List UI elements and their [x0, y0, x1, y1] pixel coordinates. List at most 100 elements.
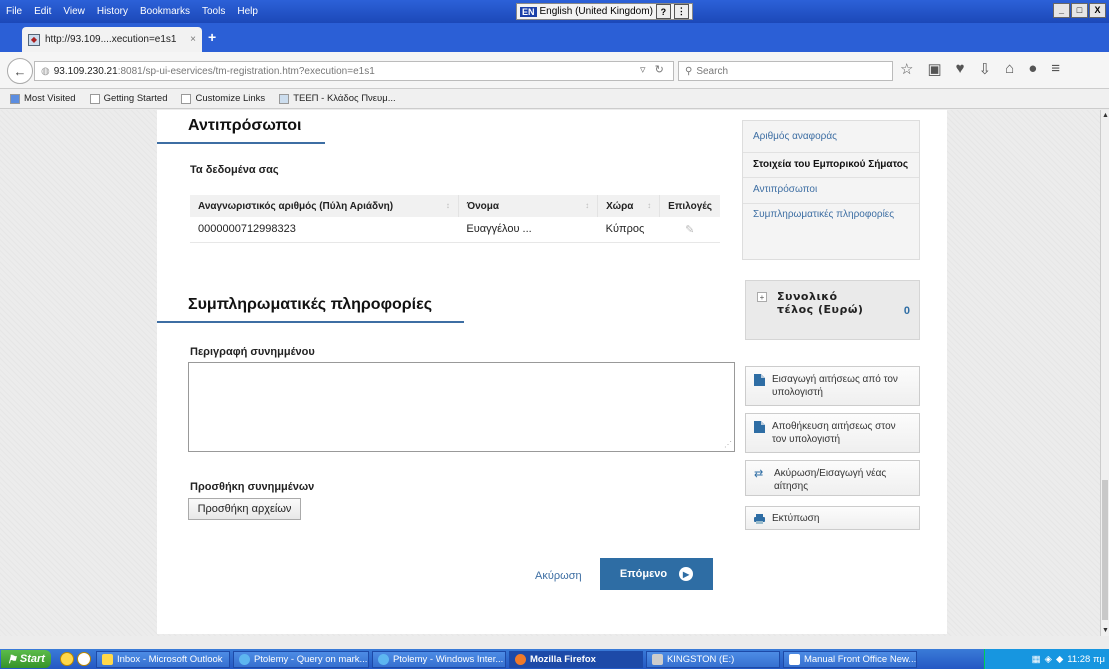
scroll-up-icon[interactable]: ▲ — [1102, 112, 1109, 119]
sidenav-representatives[interactable]: Αντιπρόσωποι — [743, 178, 919, 204]
quicklaunch-icon[interactable] — [59, 652, 74, 666]
network-icon[interactable]: ▦ — [1032, 654, 1041, 665]
sort-icon[interactable]: ↕ — [647, 201, 651, 210]
import-application-button[interactable]: Εισαγωγή αιτήσεως από τον υπολογιστή — [745, 366, 920, 406]
sidenav-supplementary-info[interactable]: Συμπληρωματικές πληροφορίες — [743, 204, 919, 226]
scroll-down-icon[interactable]: ▼ — [1102, 627, 1109, 634]
menu-bookmarks[interactable]: Bookmarks — [134, 6, 196, 17]
task-ptolemy-windows[interactable]: Ptolemy - Windows Inter... — [371, 650, 506, 668]
representatives-table: Αναγνωριστικός αριθμός (Πύλη Αριάδνη) ↕ Ό… — [190, 195, 720, 243]
minimize-button[interactable]: _ — [1053, 3, 1070, 18]
next-button-label: Επόμενο — [619, 568, 668, 580]
new-application-button[interactable]: ⇄ Ακύρωση/Εισαγωγή νέας αίτησης — [745, 460, 920, 496]
close-window-button[interactable]: X — [1089, 3, 1106, 18]
total-fee-value: 0 — [903, 305, 910, 317]
menu-view[interactable]: View — [57, 6, 91, 17]
search-input[interactable]: ⚲ Search — [678, 61, 893, 81]
sort-icon[interactable]: ↕ — [585, 201, 589, 210]
shield-icon[interactable]: ◈ — [1045, 654, 1052, 665]
download-icon[interactable]: ⇩ — [979, 60, 992, 78]
reading-list-icon[interactable]: ▣ — [927, 60, 941, 78]
bookmark-teep[interactable]: ΤΕΕΠ - Κλάδος Πνευμ... — [279, 93, 396, 104]
resize-handle-icon[interactable]: ⋰ — [724, 440, 732, 449]
representatives-heading: Αντιπρόσωποι — [188, 117, 302, 134]
volume-icon[interactable]: ◆ — [1056, 654, 1063, 665]
page-scrollbar[interactable]: ▲ ▼ — [1100, 110, 1109, 636]
print-label: Εκτύπωση — [772, 513, 820, 524]
task-outlook[interactable]: Inbox - Microsoft Outlook — [95, 650, 230, 668]
dropdown-icon[interactable]: ▿ — [640, 64, 646, 76]
site-favicon-icon: ◆ — [28, 33, 40, 46]
print-button[interactable]: Εκτύπωση — [745, 506, 920, 530]
menu-edit[interactable]: Edit — [28, 6, 57, 17]
menu-tools[interactable]: Tools — [196, 6, 231, 17]
bookmark-folder-icon — [10, 93, 20, 104]
new-tab-button[interactable]: + — [208, 29, 216, 45]
pocket-icon[interactable]: ♥ — [956, 60, 965, 78]
quicklaunch-browser-icon[interactable] — [76, 652, 91, 666]
drive-icon — [651, 653, 663, 665]
column-header-options: Επιλογές — [659, 195, 720, 217]
start-label: Start — [19, 653, 45, 665]
star-icon[interactable]: ☆ — [900, 60, 913, 78]
browser-tab[interactable]: ◆ http://93.109....xecution=e1s1 × — [22, 27, 202, 52]
start-button[interactable]: ⚑ Start — [1, 650, 51, 668]
outlook-icon — [101, 653, 113, 665]
save-application-label: Αποθήκευση αιτήσεως στον τον υπολογιστή — [772, 421, 896, 445]
arrow-right-icon: ▶ — [679, 567, 694, 581]
task-ptolemy-query[interactable]: Ptolemy - Query on mark... — [232, 650, 369, 668]
edit-pencil-icon[interactable]: ✎ — [659, 217, 720, 243]
language-label: English (United Kingdom) — [539, 6, 653, 17]
task-label: Manual Front Office New... — [803, 653, 917, 665]
globe-icon: ◍ — [41, 65, 50, 77]
language-code: EN — [520, 6, 537, 17]
add-files-button[interactable]: Προσθήκη αρχείων — [188, 498, 301, 520]
bookmark-page-icon — [181, 93, 192, 104]
maximize-button[interactable]: □ — [1071, 3, 1088, 18]
back-arrow-icon[interactable]: ← — [7, 58, 33, 84]
bookmark-getting-started[interactable]: Getting Started — [89, 93, 167, 104]
next-button[interactable]: Επόμενο ▶ — [600, 558, 713, 590]
column-header-id[interactable]: Αναγνωριστικός αριθμός (Πύλη Αριάδνη) ↕ — [190, 195, 459, 217]
save-application-button[interactable]: Αποθήκευση αιτήσεως στον τον υπολογιστή — [745, 413, 920, 453]
task-kingston[interactable]: KINGSTON (E:) — [645, 650, 780, 668]
hamburger-menu-icon[interactable]: ≡ — [1051, 60, 1060, 78]
cell-country: Κύπρος — [597, 217, 660, 243]
sidenav-reference-number[interactable]: Αριθμός αναφοράς — [743, 121, 919, 153]
cancel-link[interactable]: Ακύρωση — [535, 570, 582, 582]
sort-icon[interactable]: ↕ — [446, 201, 450, 210]
attachment-description-textarea[interactable]: ⋰ — [188, 362, 735, 452]
scrollbar-thumb[interactable] — [1102, 480, 1108, 620]
bookmark-label: Customize Links — [195, 93, 266, 104]
sidenav-trademark-details[interactable]: Στοιχεία του Εμπορικού Σήματος — [743, 153, 919, 178]
home-icon[interactable]: ⌂ — [1005, 60, 1014, 78]
column-header-country[interactable]: Χώρα ↕ — [597, 195, 661, 217]
url-host: 93.109.230.21 — [53, 65, 118, 77]
bookmarks-bar: Most Visited Getting Started Customize L… — [0, 89, 1109, 109]
expand-icon[interactable]: + — [757, 292, 767, 302]
column-label: Αναγνωριστικός αριθμός (Πύλη Αριάδνη) — [198, 200, 394, 212]
menu-help[interactable]: Help — [231, 6, 264, 17]
url-path: :8081/sp-ui-eservices/tm-registration.ht… — [117, 65, 375, 77]
help-icon[interactable]: ? — [655, 4, 671, 19]
table-header-row: Αναγνωριστικός αριθμός (Πύλη Αριάδνη) ↕ Ό… — [190, 195, 720, 217]
menu-file[interactable]: File — [0, 6, 28, 17]
task-label: Ptolemy - Query on mark... — [253, 653, 368, 665]
bookmark-most-visited[interactable]: Most Visited — [10, 93, 76, 104]
task-firefox[interactable]: Mozilla Firefox — [508, 650, 643, 668]
options-icon[interactable]: ⋮ — [673, 4, 689, 19]
reload-icon[interactable]: ↻ — [655, 64, 664, 76]
heading-underline — [157, 142, 325, 144]
bookmark-customize-links[interactable]: Customize Links — [181, 93, 265, 104]
task-manual[interactable]: Manual Front Office New... — [782, 650, 917, 668]
system-tray: ▦ ◈ ◆ 11:28 πμ — [984, 649, 1109, 669]
language-bar[interactable]: EN English (United Kingdom) ? ⋮ — [516, 3, 693, 20]
column-header-name[interactable]: Όνομα ↕ — [458, 195, 599, 217]
cell-id: 0000000712998323 — [190, 217, 459, 243]
chat-icon[interactable]: ● — [1028, 60, 1037, 78]
menu-history[interactable]: History — [91, 6, 134, 17]
table-row: 0000000712998323 Ευαγγέλου ... Κύπρος ✎ — [190, 217, 720, 243]
url-bar[interactable]: ◍ 93.109.230.21:8081/sp-ui-eservices/tm-… — [34, 61, 674, 81]
tab-close-icon[interactable]: × — [190, 34, 196, 45]
task-label: Ptolemy - Windows Inter... — [392, 653, 504, 665]
